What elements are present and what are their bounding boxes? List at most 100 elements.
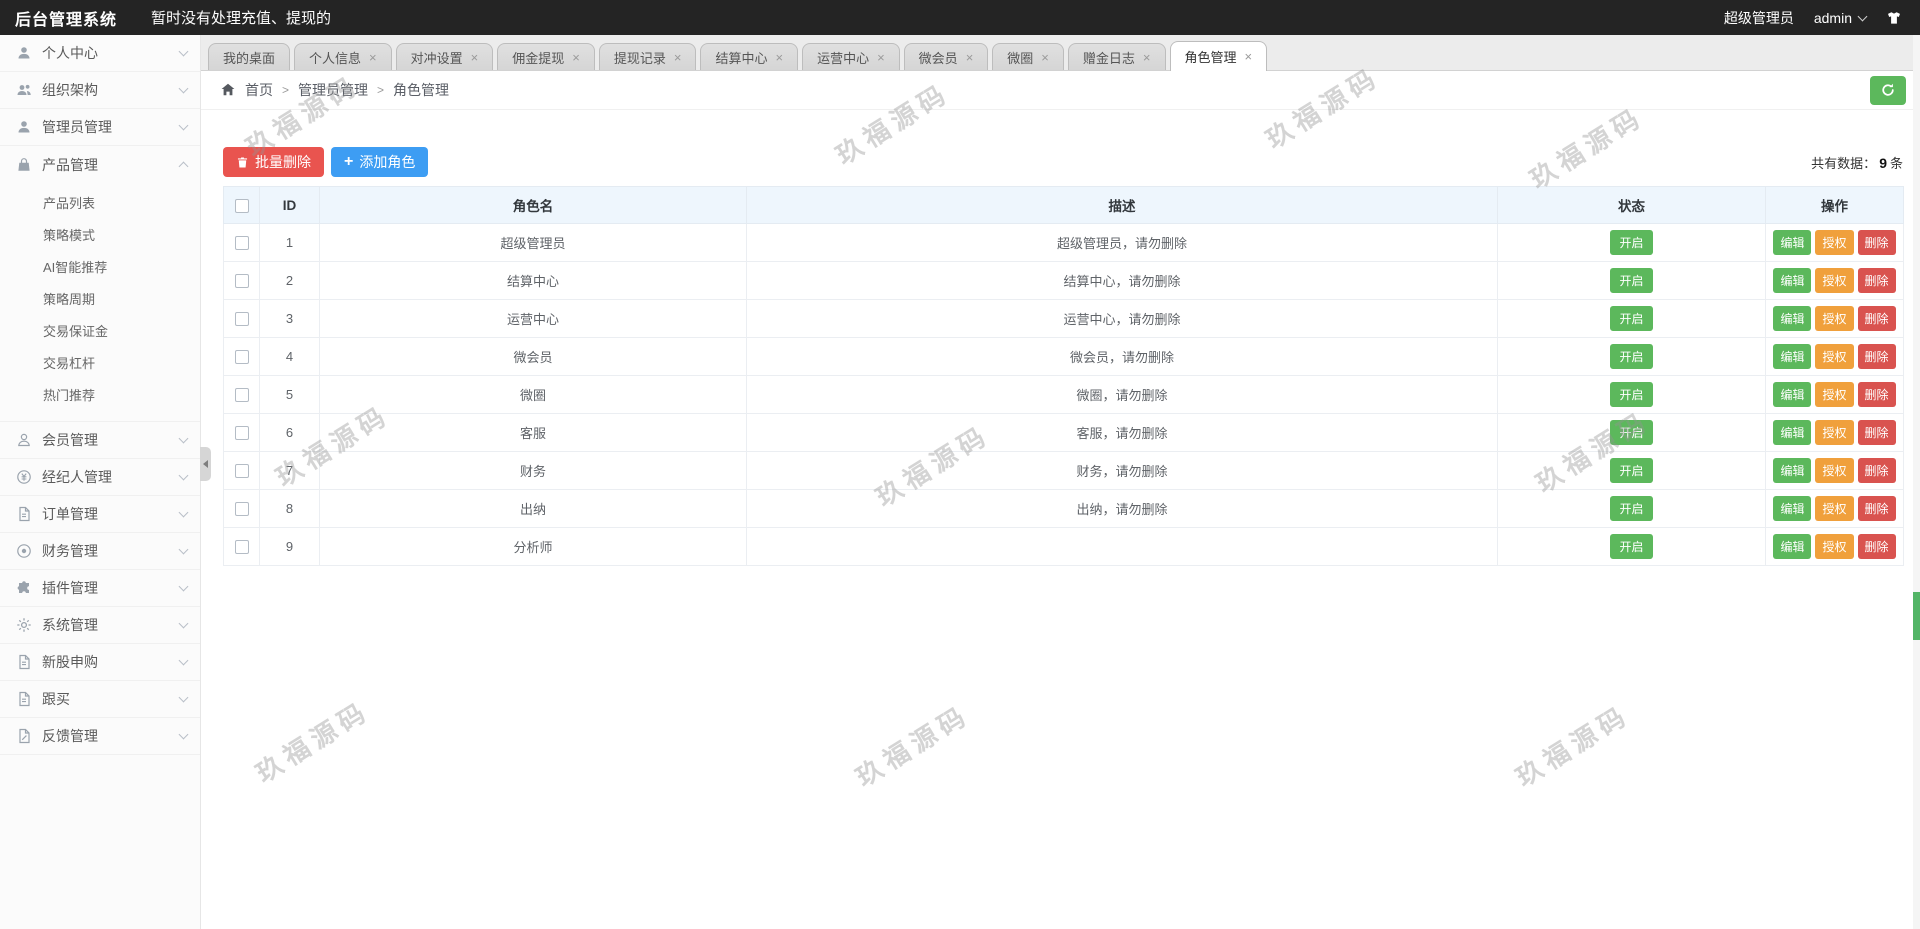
authorize-button[interactable]: 授权 (1815, 382, 1853, 407)
sidebar-subitem-strategy-mode[interactable]: 策略模式 (0, 220, 200, 252)
delete-button[interactable]: 删除 (1858, 230, 1896, 255)
sidebar-subitem-trade-margin[interactable]: 交易保证金 (0, 316, 200, 348)
sidebar-subitem-strategy-cycle[interactable]: 策略周期 (0, 284, 200, 316)
tab-operation-center[interactable]: 运营中心 × (802, 43, 900, 70)
status-badge[interactable]: 开启 (1610, 496, 1652, 521)
edit-button[interactable]: 编辑 (1773, 458, 1811, 483)
row-checkbox[interactable] (235, 388, 249, 402)
tab-micro-circle[interactable]: 微圈 × (992, 43, 1064, 70)
edit-button[interactable]: 编辑 (1773, 230, 1811, 255)
sidebar-item-feedback-management[interactable]: 反馈管理 (0, 718, 200, 755)
authorize-button[interactable]: 授权 (1815, 230, 1853, 255)
delete-button[interactable]: 删除 (1858, 344, 1896, 369)
breadcrumb-home[interactable]: 首页 (245, 80, 273, 100)
authorize-button[interactable]: 授权 (1815, 344, 1853, 369)
delete-button[interactable]: 删除 (1858, 534, 1896, 559)
sidebar-subitem-product-list[interactable]: 产品列表 (0, 188, 200, 220)
row-checkbox[interactable] (235, 274, 249, 288)
user-menu[interactable]: admin (1814, 10, 1866, 26)
row-checkbox[interactable] (235, 540, 249, 554)
status-badge[interactable]: 开启 (1610, 420, 1652, 445)
tab-settlement-center[interactable]: 结算中心 × (700, 43, 798, 70)
authorize-button[interactable]: 授权 (1815, 496, 1853, 521)
status-badge[interactable]: 开启 (1610, 344, 1652, 369)
sidebar-collapse-handle[interactable] (200, 447, 211, 481)
status-badge[interactable]: 开启 (1610, 382, 1652, 407)
sidebar-item-member-management[interactable]: 会员管理 (0, 422, 200, 459)
authorize-button[interactable]: 授权 (1815, 268, 1853, 293)
sidebar-item-follow-buy[interactable]: 跟买 (0, 681, 200, 718)
sidebar-item-organization[interactable]: 组织架构 (0, 72, 200, 109)
authorize-button[interactable]: 授权 (1815, 306, 1853, 331)
tab-my-desktop[interactable]: 我的桌面 (208, 43, 290, 70)
authorize-button[interactable]: 授权 (1815, 534, 1853, 559)
close-icon[interactable]: × (674, 51, 682, 64)
close-icon[interactable]: × (369, 51, 377, 64)
close-icon[interactable]: × (877, 51, 885, 64)
edit-button[interactable]: 编辑 (1773, 268, 1811, 293)
table-header-row: ID 角色名 描述 状态 操作 (224, 187, 1904, 224)
sidebar-item-plugin-management[interactable]: 插件管理 (0, 570, 200, 607)
tab-micro-member[interactable]: 微会员 × (904, 43, 989, 70)
tab-role-management[interactable]: 角色管理 × (1170, 41, 1268, 71)
sidebar-subitem-hot-recommend[interactable]: 热门推荐 (0, 380, 200, 412)
edit-button[interactable]: 编辑 (1773, 382, 1811, 407)
status-badge[interactable]: 开启 (1610, 306, 1652, 331)
status-badge[interactable]: 开启 (1610, 268, 1652, 293)
sidebar-item-product-management[interactable]: 产品管理 (0, 146, 200, 183)
row-checkbox[interactable] (235, 464, 249, 478)
close-icon[interactable]: × (1041, 51, 1049, 64)
chevron-down-icon (179, 582, 189, 592)
theme-tshirt-icon[interactable] (1886, 10, 1902, 26)
tab-bonus-log[interactable]: 赠金日志 × (1068, 43, 1166, 70)
close-icon[interactable]: × (572, 51, 580, 64)
tab-withdraw-records[interactable]: 提现记录 × (599, 43, 697, 70)
breadcrumb-admin-management[interactable]: 管理员管理 (298, 80, 368, 100)
status-badge[interactable]: 开启 (1610, 230, 1652, 255)
sidebar-subitem-trade-leverage[interactable]: 交易杠杆 (0, 348, 200, 380)
edit-button[interactable]: 编辑 (1773, 496, 1811, 521)
sidebar-subitem-ai-recommend[interactable]: AI智能推荐 (0, 252, 200, 284)
sidebar-item-personal-center[interactable]: 个人中心 (0, 35, 200, 72)
table-row: 3 运营中心 运营中心，请勿删除 开启 编辑授权删除 (224, 300, 1904, 338)
scrollbar-thumb[interactable] (1913, 592, 1920, 640)
close-icon[interactable]: × (1245, 50, 1253, 63)
status-badge[interactable]: 开启 (1610, 458, 1652, 483)
select-all-checkbox[interactable] (235, 199, 249, 213)
tab-label: 我的桌面 (223, 48, 275, 67)
edit-button[interactable]: 编辑 (1773, 534, 1811, 559)
delete-button[interactable]: 删除 (1858, 496, 1896, 521)
delete-button[interactable]: 删除 (1858, 382, 1896, 407)
edit-button[interactable]: 编辑 (1773, 306, 1811, 331)
close-icon[interactable]: × (471, 51, 479, 64)
sidebar-item-system-management[interactable]: 系统管理 (0, 607, 200, 644)
sidebar-item-order-management[interactable]: 订单管理 (0, 496, 200, 533)
row-checkbox[interactable] (235, 312, 249, 326)
row-checkbox[interactable] (235, 426, 249, 440)
delete-button[interactable]: 删除 (1858, 458, 1896, 483)
status-badge[interactable]: 开启 (1610, 534, 1652, 559)
batch-delete-button[interactable]: 批量删除 (223, 147, 324, 177)
authorize-button[interactable]: 授权 (1815, 458, 1853, 483)
row-checkbox[interactable] (235, 236, 249, 250)
edit-button[interactable]: 编辑 (1773, 420, 1811, 445)
edit-button[interactable]: 编辑 (1773, 344, 1811, 369)
sidebar-item-broker-management[interactable]: 经纪人管理 (0, 459, 200, 496)
tab-personal-info[interactable]: 个人信息 × (294, 43, 392, 70)
add-role-button[interactable]: + 添加角色 (331, 147, 428, 177)
delete-button[interactable]: 删除 (1858, 306, 1896, 331)
row-checkbox[interactable] (235, 350, 249, 364)
close-icon[interactable]: × (966, 51, 974, 64)
close-icon[interactable]: × (1143, 51, 1151, 64)
row-checkbox[interactable] (235, 502, 249, 516)
delete-button[interactable]: 删除 (1858, 268, 1896, 293)
tab-commission-withdraw[interactable]: 佣金提现 × (497, 43, 595, 70)
close-icon[interactable]: × (775, 51, 783, 64)
sidebar-item-new-stock[interactable]: 新股申购 (0, 644, 200, 681)
delete-button[interactable]: 删除 (1858, 420, 1896, 445)
sidebar-item-admin-management[interactable]: 管理员管理 (0, 109, 200, 146)
authorize-button[interactable]: 授权 (1815, 420, 1853, 445)
refresh-button[interactable] (1870, 76, 1906, 105)
sidebar-item-finance-management[interactable]: 财务管理 (0, 533, 200, 570)
tab-hedge-settings[interactable]: 对冲设置 × (396, 43, 494, 70)
